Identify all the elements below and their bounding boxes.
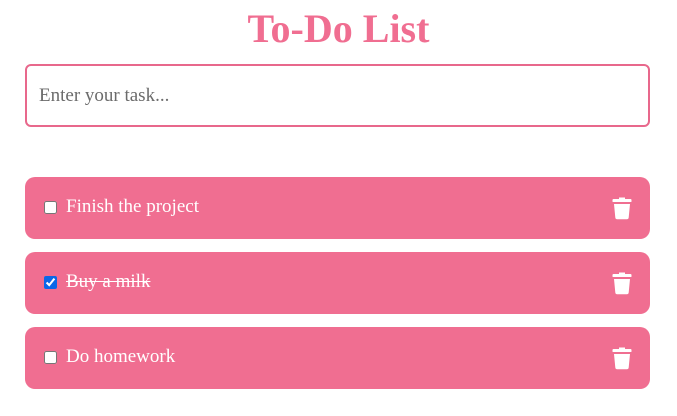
task-list: Finish the project Buy a milk Do homewor… <box>25 177 650 402</box>
delete-task-button[interactable] <box>612 271 632 295</box>
task-text: Buy a milk <box>66 271 151 292</box>
trash-icon <box>612 347 632 370</box>
trash-icon <box>612 272 632 295</box>
task-item: Do homework <box>25 327 650 389</box>
task-item: Finish the project <box>25 177 650 239</box>
task-checkbox[interactable] <box>44 351 57 364</box>
trash-icon <box>612 197 632 220</box>
task-text: Do homework <box>66 346 176 367</box>
task-item: Buy a milk <box>25 252 650 314</box>
task-checkbox[interactable] <box>44 276 57 289</box>
delete-task-button[interactable] <box>612 346 632 370</box>
page-title: To-Do List <box>247 6 430 51</box>
todo-app: To-Do List Finish the project Buy a milk <box>0 0 677 416</box>
delete-task-button[interactable] <box>612 196 632 220</box>
task-input[interactable] <box>25 64 650 127</box>
task-text: Finish the project <box>66 196 199 217</box>
task-checkbox[interactable] <box>44 201 57 214</box>
